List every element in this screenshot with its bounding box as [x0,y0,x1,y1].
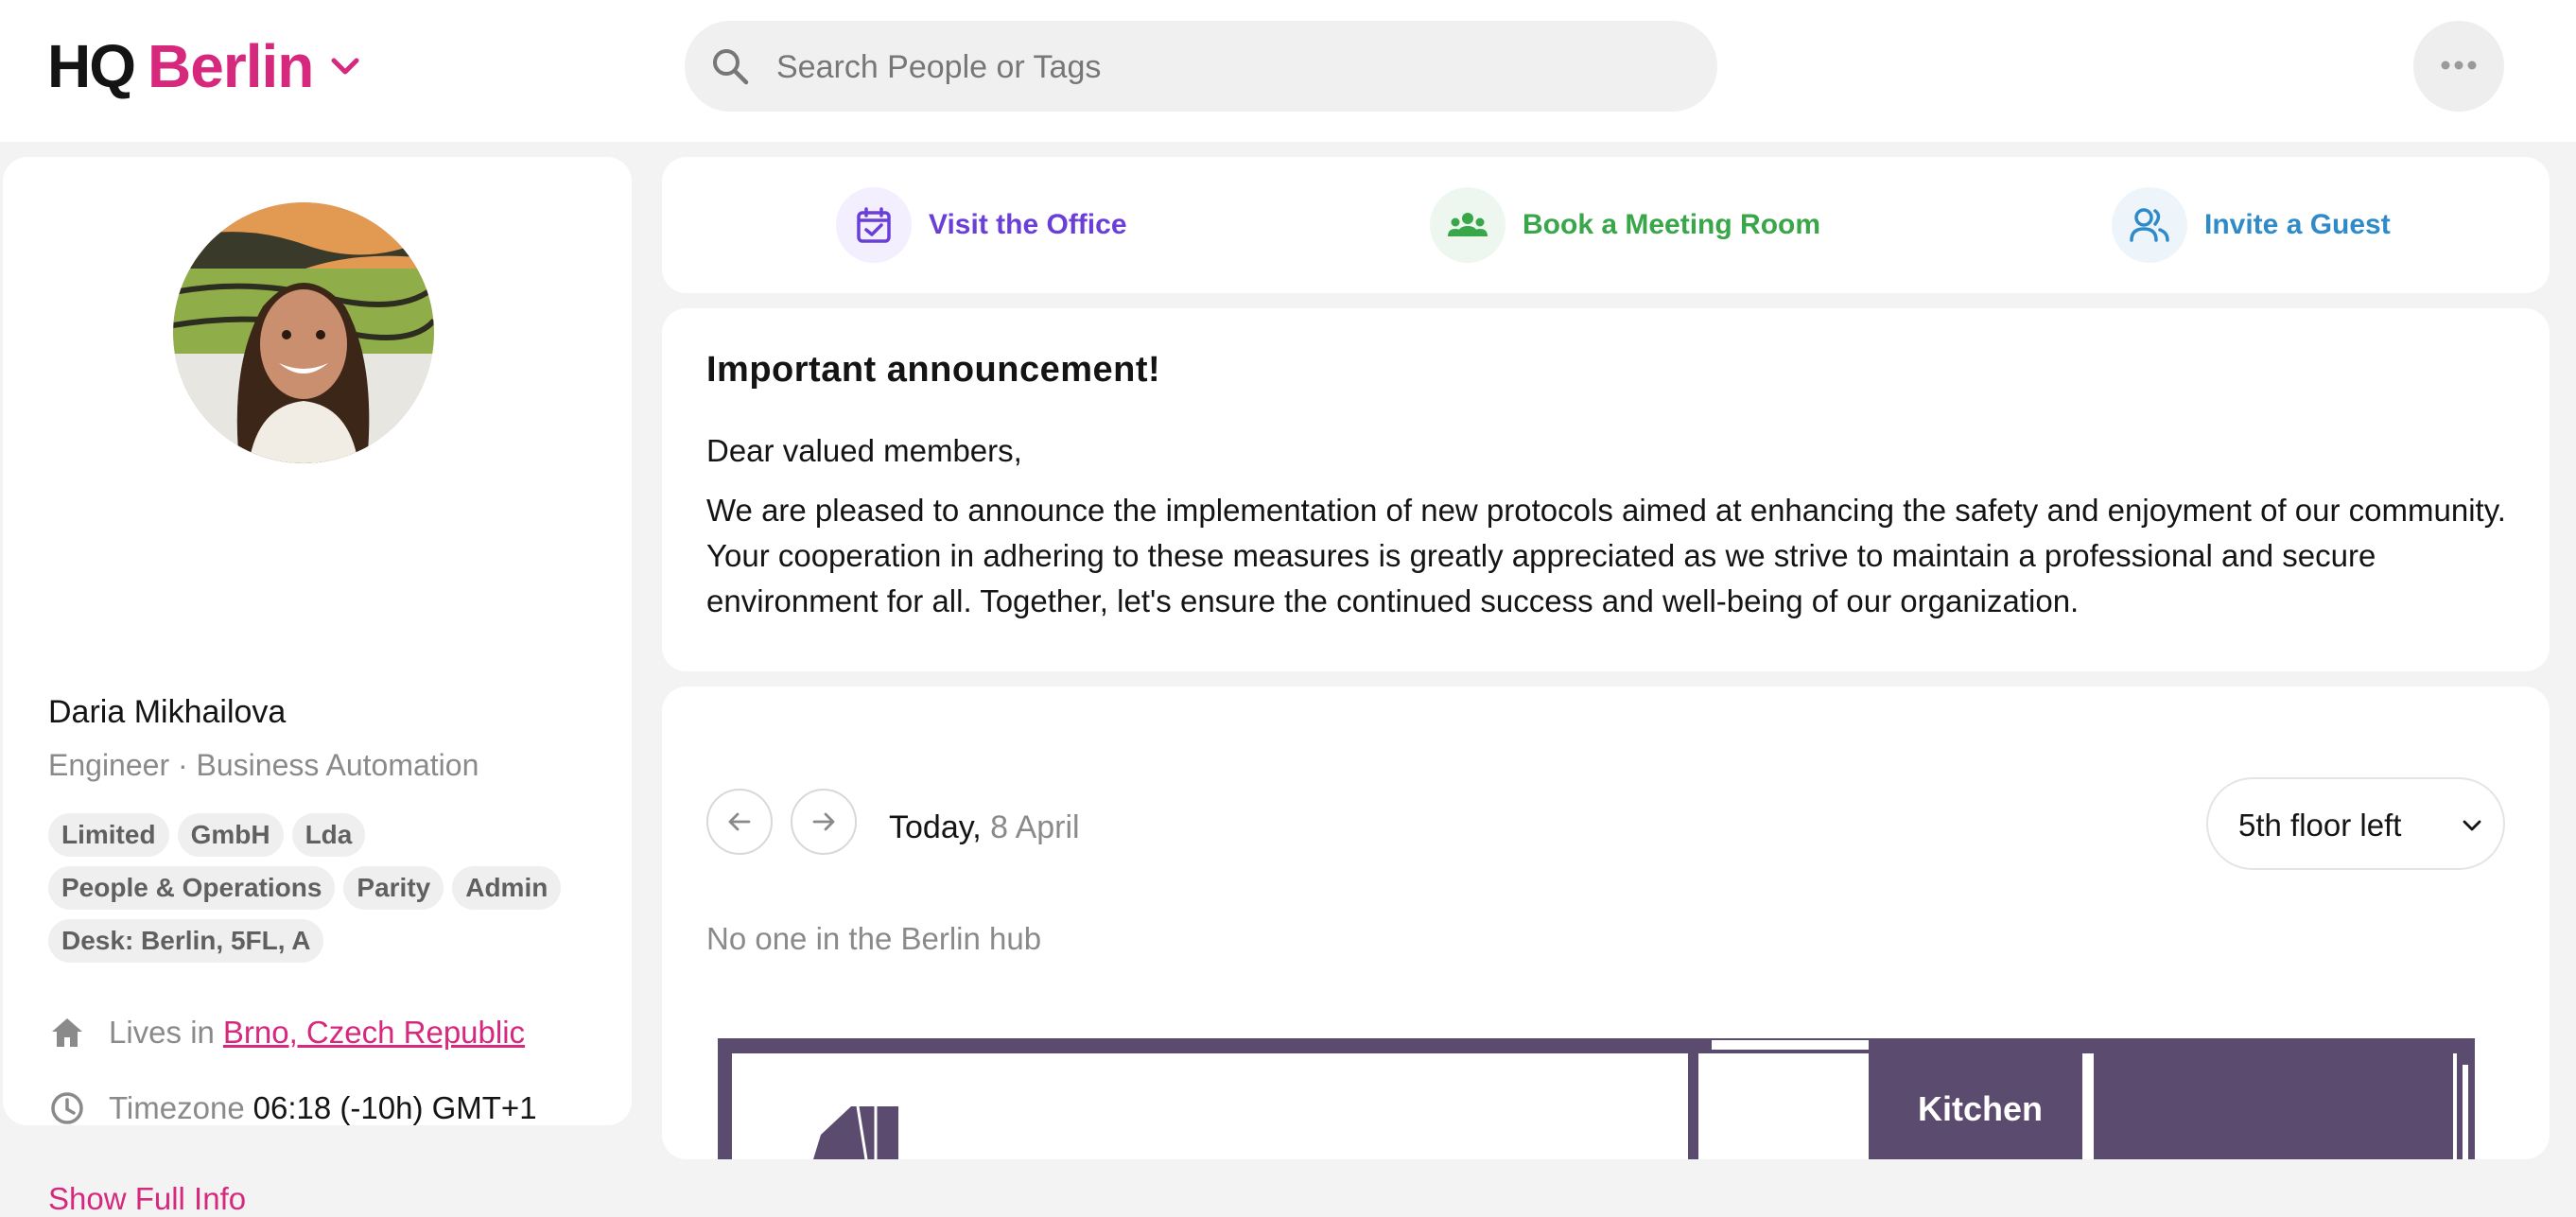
floor-plan[interactable]: Kitchen [662,687,2550,1159]
search-input[interactable] [775,21,1686,113]
announcement-title: Important announcement! [706,350,1161,390]
announcement-greeting: Dear valued members, [706,433,1022,468]
kitchen-label: Kitchen [1918,1089,2043,1128]
avatar [173,202,434,463]
visit-office-button[interactable]: Visit the Office [836,186,1127,264]
announcement-body: We are pleased to announce the implement… [706,493,2506,618]
chevron-down-icon [331,58,359,75]
top-bar: HQ Berlin [0,0,2576,142]
timezone-value: 06:18 (-10h) GMT+1 [252,1090,537,1125]
show-full-info-link[interactable]: Show Full Info [48,1181,246,1217]
book-room-label: Book a Meeting Room [1523,209,1821,240]
hub-name: Berlin [148,32,314,100]
add-user-icon [2130,208,2169,242]
profile-name: Daria Mikhailova [48,694,287,730]
timezone-label: Timezone [109,1090,245,1125]
profile-role: Engineer · Business Automation [48,748,479,782]
visit-office-icon-wrap [836,187,912,263]
book-room-icon-wrap [1430,187,1506,263]
more-dots-icon [2441,61,2477,70]
tag[interactable]: Parity [343,866,444,910]
calendar-check-icon [857,207,891,243]
profile-tags: Limited GmbH Lda People & Operations Par… [48,813,616,963]
office-schedule-card: Today, 8 April 5th floor left No one in … [662,687,2550,1159]
book-meeting-room-button[interactable]: Book a Meeting Room [1430,186,1820,264]
timezone-row: Timezone 06:18 (-10h) GMT+1 [48,1089,537,1127]
tag[interactable]: GmbH [177,813,284,857]
quick-actions-card: Visit the Office Book a Meeting Room Inv [662,157,2550,293]
tag[interactable]: Lda [291,813,366,857]
room-right[interactable] [2094,1057,2453,1159]
tag[interactable]: Admin [452,866,562,910]
invite-guest-icon-wrap [2112,187,2187,263]
brand-prefix: HQ [47,32,136,100]
tag[interactable]: People & Operations [48,866,336,910]
more-options-button[interactable] [2413,21,2504,112]
location-label: Lives in [109,1015,215,1050]
hub-switcher[interactable]: HQ Berlin [47,30,364,102]
location-row: Lives in Brno, Czech Republic [48,1014,525,1052]
search-bar[interactable] [685,21,1717,113]
search-icon [713,49,749,85]
invite-guest-button[interactable]: Invite a Guest [2112,186,2391,264]
tag[interactable]: Desk: Berlin, 5FL, A [48,919,324,963]
home-icon [52,1018,82,1047]
location-link[interactable]: Brno, Czech Republic [223,1015,525,1051]
invite-guest-label: Invite a Guest [2204,209,2391,240]
tag[interactable]: Limited [48,813,169,857]
visit-office-label: Visit the Office [929,209,1127,240]
people-group-icon [1448,213,1488,236]
announcement-card: Important announcement! Dear valued memb… [662,308,2550,671]
profile-card: Daria Mikhailova Engineer · Business Aut… [3,157,632,1216]
clock-icon [51,1092,83,1124]
